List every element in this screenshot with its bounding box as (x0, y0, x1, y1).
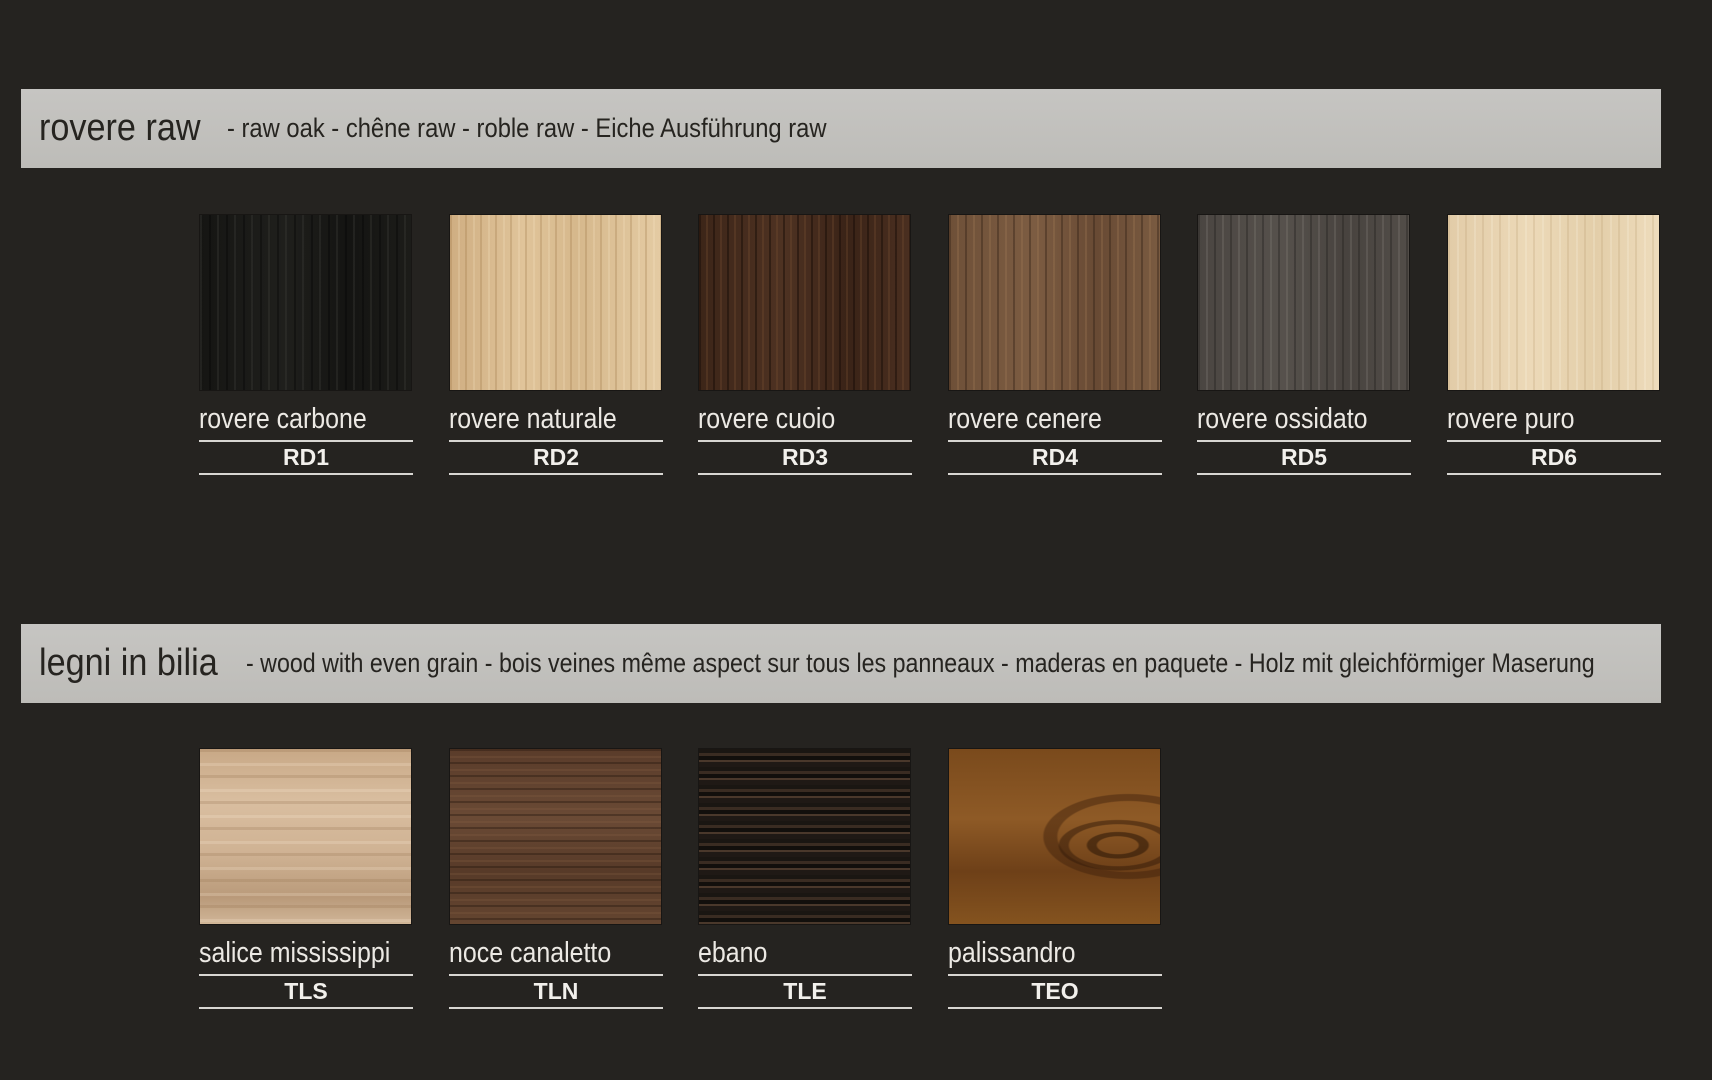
section-header-legni-in-bilia: legni in bilia - wood with even grain - … (21, 624, 1661, 703)
swatch-name: ebano (698, 937, 768, 969)
swatch-code: TLN (533, 978, 579, 1004)
swatch-name: rovere cuoio (698, 403, 836, 435)
swatch-code: TLS (284, 978, 328, 1004)
divider (948, 473, 1162, 475)
section-title: legni in bilia (39, 642, 218, 684)
swatch-code: RD3 (781, 444, 828, 470)
wood-sample-image (200, 215, 411, 390)
divider (1447, 473, 1661, 475)
divider (948, 1007, 1162, 1009)
divider (199, 974, 413, 976)
swatch-name: rovere naturale (449, 403, 617, 435)
wood-sample-image (450, 215, 661, 390)
swatch-name: noce canaletto (449, 937, 612, 969)
section-title: rovere raw (39, 107, 201, 149)
divider (698, 440, 912, 442)
divider (449, 1007, 663, 1009)
swatch-name: palissandro (948, 937, 1076, 969)
divider (199, 440, 413, 442)
wood-sample-image (699, 749, 910, 924)
divider (199, 473, 413, 475)
wood-sample-image (450, 749, 661, 924)
swatch-code: TLE (783, 978, 827, 1004)
wood-sample-image (949, 215, 1160, 390)
swatch-name: rovere ossidato (1197, 403, 1368, 435)
wood-sample-image (1448, 215, 1659, 390)
section-header-rovere-raw: rovere raw - raw oak - chêne raw - roble… (21, 89, 1661, 168)
divider (948, 440, 1162, 442)
wood-sample-image (200, 749, 411, 924)
wood-sample-image (949, 749, 1160, 924)
swatch-name: rovere puro (1447, 403, 1575, 435)
section-subtitle: - wood with even grain - bois veines mêm… (245, 648, 1595, 678)
swatch-code: RD5 (1280, 444, 1327, 470)
divider (1197, 473, 1411, 475)
swatch-code: RD6 (1530, 444, 1577, 470)
swatch-code: RD4 (1031, 444, 1078, 470)
divider (1197, 440, 1411, 442)
divider (698, 974, 912, 976)
wood-sample-image (1198, 215, 1409, 390)
divider (449, 974, 663, 976)
wood-sample-image (699, 215, 910, 390)
divider (449, 473, 663, 475)
swatch-name: salice mississippi (199, 937, 391, 969)
swatch-code: RD1 (282, 444, 329, 470)
divider (698, 1007, 912, 1009)
divider (698, 473, 912, 475)
divider (948, 974, 1162, 976)
swatch-name: rovere carbone (199, 403, 367, 435)
divider (449, 440, 663, 442)
section-subtitle: - raw oak - chêne raw - roble raw - Eich… (226, 113, 827, 143)
swatch-code: RD2 (532, 444, 579, 470)
swatch-code: TEO (1031, 978, 1079, 1004)
divider (1447, 440, 1661, 442)
swatch-name: rovere cenere (948, 403, 1102, 435)
divider (199, 1007, 413, 1009)
